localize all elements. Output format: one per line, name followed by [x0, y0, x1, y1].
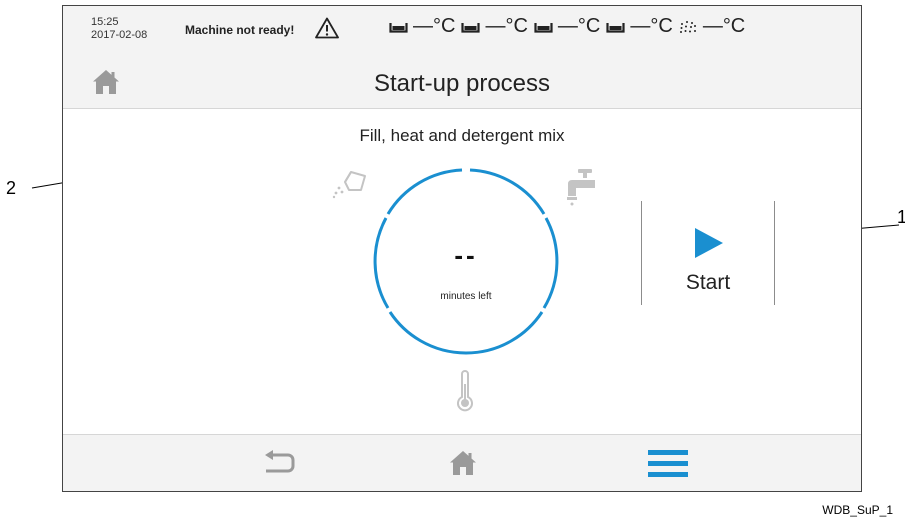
spray-temperature-value: —°C — [702, 15, 746, 37]
tank-icon — [389, 22, 408, 33]
callout-label-2: 2 — [6, 178, 17, 198]
tap-icon — [567, 169, 595, 206]
touch-screen: 15:25 2017-02-08 Machine not ready! —°C … — [62, 5, 862, 492]
start-button-label: Start — [685, 271, 731, 294]
clock-date: 2017-02-08 — [91, 29, 148, 41]
minutes-left-value: -- — [454, 240, 478, 270]
warning-triangle-icon — [315, 17, 339, 39]
step-title: Fill, heat and detergent mix — [359, 126, 565, 145]
minutes-left-label: minutes left — [440, 291, 492, 302]
tank-icon — [606, 22, 625, 33]
page-title: Start-up process — [373, 70, 551, 97]
spray-temperature: —°C — [679, 15, 745, 38]
start-button[interactable]: Start — [641, 201, 775, 305]
tank-icon — [534, 22, 553, 33]
detergent-icon — [332, 171, 366, 199]
clock: 15:25 2017-02-08 — [91, 16, 147, 42]
tank-icon — [461, 22, 481, 33]
tank-temperature-value: —°C — [413, 15, 456, 37]
back-arrow-icon — [265, 450, 295, 473]
tank-temperature-value: —°C — [557, 15, 601, 37]
menu-icon — [648, 450, 688, 477]
temperature-readouts: —°C —°C —°C —°C —°C — [389, 15, 751, 38]
callout-label-1: 1 — [897, 207, 905, 227]
bottom-nav-bar — [63, 434, 861, 491]
thermometer-icon — [457, 370, 473, 412]
tank-temperature-value: —°C — [630, 15, 673, 37]
warning-message: Machine not ready! — [185, 23, 295, 37]
clock-time: 15:25 — [91, 16, 119, 28]
figure-caption: WDB_SuP_1 — [822, 503, 893, 517]
tank-temperature-3: —°C — [534, 15, 600, 38]
status-bar: 15:25 2017-02-08 Machine not ready! —°C … — [63, 6, 861, 57]
spray-icon — [679, 20, 696, 33]
back-button[interactable] — [229, 435, 329, 491]
title-bar: Start-up process — [63, 56, 861, 109]
menu-button[interactable] — [618, 435, 718, 491]
home-icon — [450, 451, 476, 475]
tank-temperature-1: —°C — [389, 15, 455, 38]
play-icon — [695, 228, 723, 258]
home-button[interactable] — [413, 435, 513, 491]
tank-temperature-4: —°C — [606, 15, 673, 38]
tank-temperature-2: —°C — [461, 15, 528, 38]
tank-temperature-value: —°C — [485, 15, 528, 37]
